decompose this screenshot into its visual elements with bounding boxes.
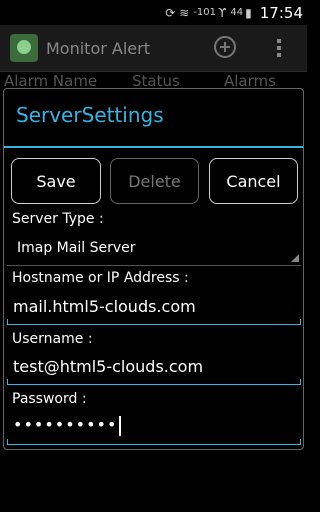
username-field[interactable]: test@html5-clouds.com	[7, 351, 301, 385]
overflow-menu-icon[interactable]	[277, 39, 281, 59]
password-value: ••••••••••	[13, 415, 118, 434]
delete-button[interactable]: Delete	[110, 158, 199, 204]
app-title: Monitor Alert	[46, 38, 150, 58]
server-type-label: Server Type :	[12, 211, 104, 227]
text-cursor	[119, 415, 122, 436]
clock: 17:54	[259, 3, 303, 22]
dialog-title: ServerSettings	[16, 103, 164, 127]
hostname-label: Hostname or IP Address :	[12, 270, 189, 286]
password-field[interactable]: ••••••••••	[7, 411, 301, 445]
wifi-icon: ≋	[179, 5, 190, 20]
status-bar: ⟳ ≋ -101 ϒ 44 ▮ 17:54	[0, 0, 307, 25]
password-label: Password :	[12, 391, 87, 407]
add-icon[interactable]	[214, 36, 236, 58]
username-label: Username :	[12, 331, 93, 347]
action-bar: Monitor Alert	[0, 25, 307, 72]
signal-icon: ϒ	[218, 5, 227, 20]
signal-sub-text: 44	[230, 7, 244, 18]
cancel-button[interactable]: Cancel	[209, 158, 298, 204]
hostname-value: mail.html5-clouds.com	[13, 297, 196, 316]
dropdown-arrow-icon	[291, 254, 299, 262]
battery-icon: ▮	[245, 5, 252, 20]
server-type-value: Imap Mail Server	[17, 240, 136, 256]
server-type-select[interactable]: Imap Mail Server	[7, 232, 301, 266]
title-divider	[4, 146, 303, 148]
signal-strength-text: -101	[193, 7, 217, 18]
sync-icon: ⟳	[165, 5, 176, 20]
server-settings-dialog: ServerSettings Save Delete Cancel Server…	[3, 88, 304, 450]
save-button[interactable]: Save	[11, 158, 101, 204]
username-value: test@html5-clouds.com	[13, 357, 204, 376]
app-icon	[10, 34, 38, 62]
hostname-field[interactable]: mail.html5-clouds.com	[7, 291, 301, 325]
